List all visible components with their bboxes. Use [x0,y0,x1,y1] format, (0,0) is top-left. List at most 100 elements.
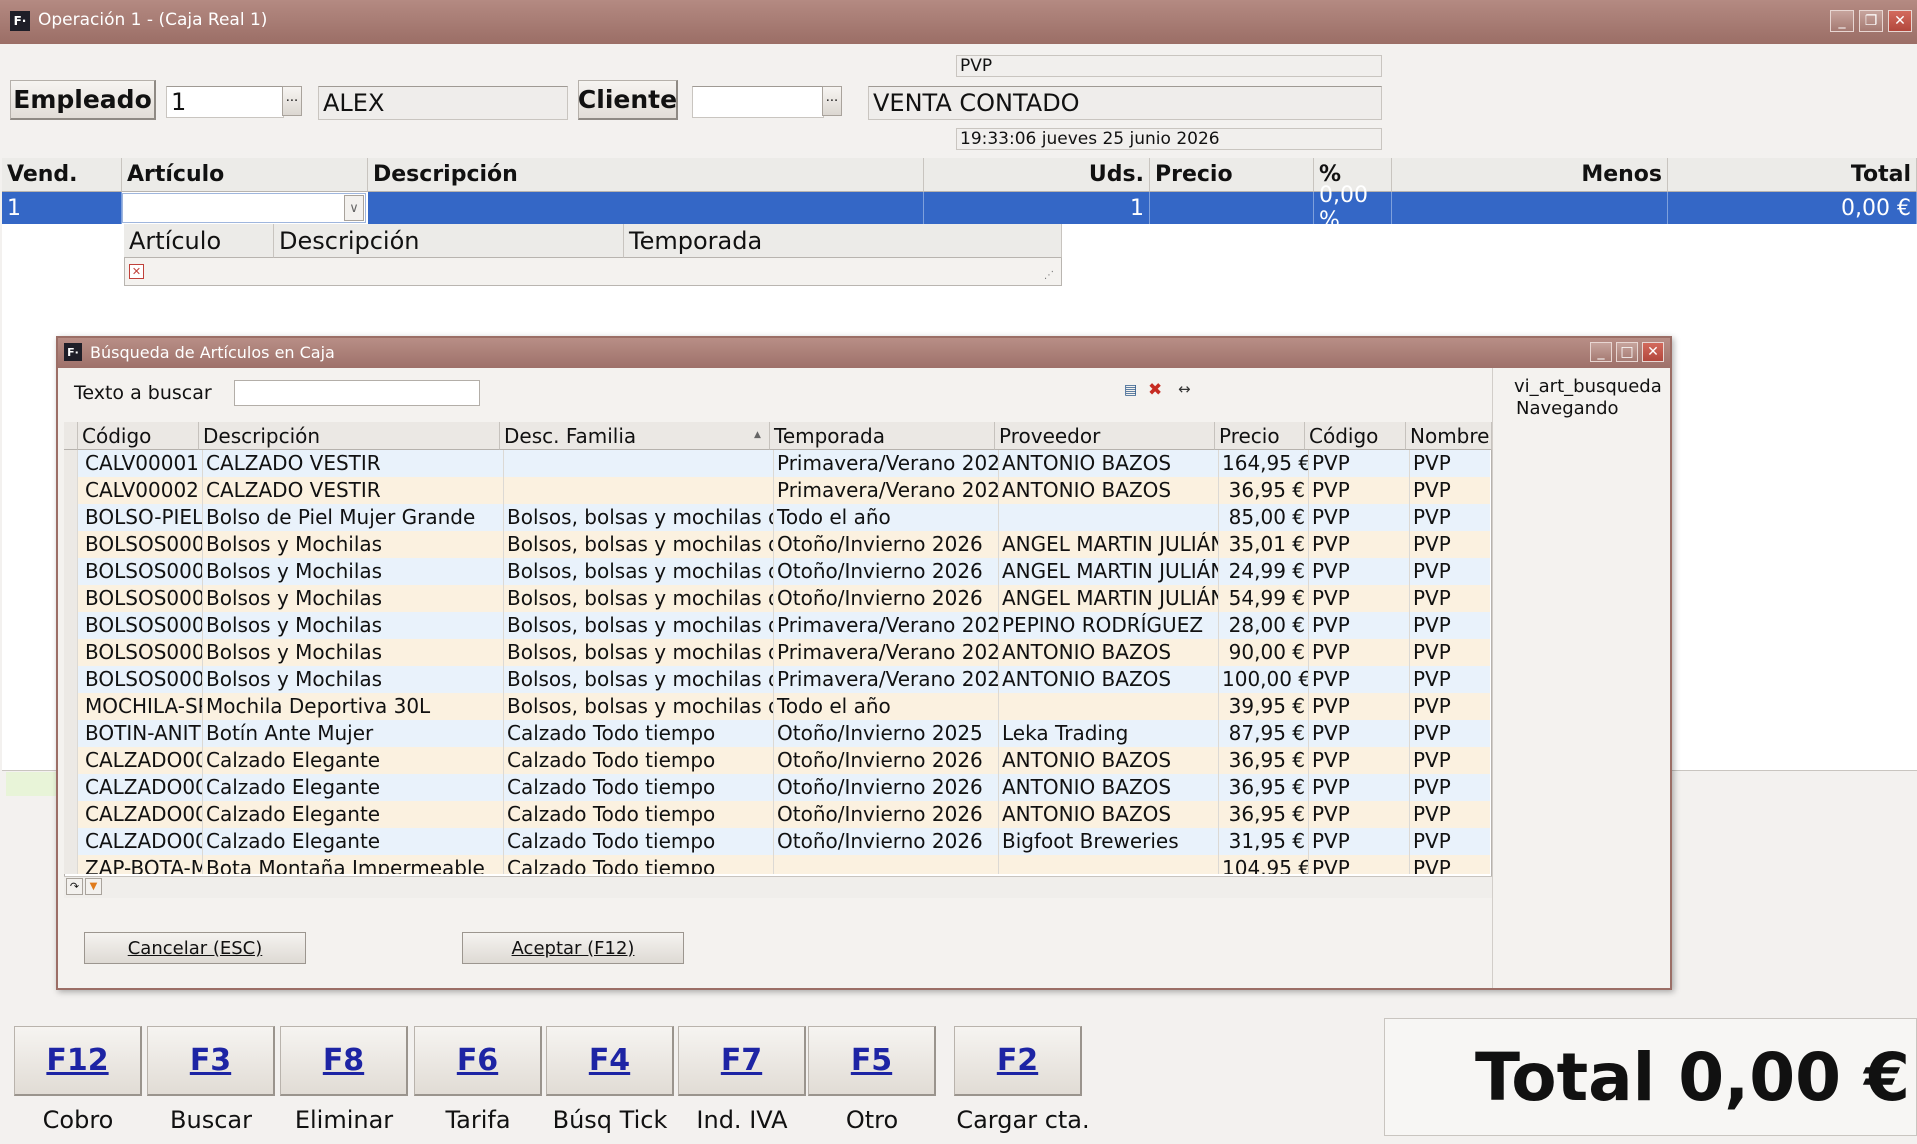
col-desc-familia[interactable]: Desc. Familia ▲ [500,422,770,450]
table-row[interactable]: BOLSOS0001Bolsos y MochilasBolsos, bolsa… [64,666,1490,693]
cell-desc-familia: Calzado Todo tiempo [504,801,774,828]
table-row[interactable]: BOLSOS000(Bolsos y Mochilas Bolsos, bolsa… [64,558,1490,585]
employee-lookup-button[interactable]: ··· [282,86,302,116]
maximize-icon[interactable]: □ [1616,342,1638,362]
filter-icon[interactable]: ▼ [85,878,102,895]
line-uds-cell[interactable]: 1 [924,192,1150,224]
cell-precio: 164,95 € [1219,450,1309,477]
export-icon[interactable]: ▤ [1124,382,1142,400]
row-selector[interactable] [64,531,78,558]
table-row[interactable]: CALV00002 CALZADO VESTIR Primavera/Verano … [64,477,1490,504]
line-menos-cell[interactable] [1392,192,1668,224]
client-lookup-button[interactable]: ··· [822,86,842,116]
table-row[interactable]: MOCHILA-SP Mochila Deportiva 30L Bolsos, b… [64,693,1490,720]
line-total-cell[interactable]: 0,00 € [1668,192,1917,224]
lookup-header-articulo[interactable]: Artículo [124,224,274,258]
row-selector[interactable] [64,693,78,720]
app-logo-icon: F· [64,343,82,361]
accept-button[interactable]: Aceptar (F12) [462,932,684,964]
lookup-header-descripcion[interactable]: Descripción [274,224,624,258]
table-row[interactable]: BOLSOS0001Bolsos y MochilasBolsos, bolsa… [64,612,1490,639]
minimize-icon[interactable]: _ [1590,342,1612,362]
table-row[interactable]: BOTIN-ANIT Botín Ante Mujer Calzado Todo t… [64,720,1490,747]
cell-proveedor: ANGEL MARTIN JULIÁN [999,531,1219,558]
dropdown-arrow-icon[interactable]: ∨ [344,195,364,221]
search-input[interactable] [234,380,480,406]
col-header-vend[interactable]: Vend. [2,158,122,192]
col-descripcion[interactable]: Descripción [199,422,500,450]
table-row[interactable]: CALZADO00(Calzado Elegante Calzado Todo t… [64,774,1490,801]
row-selector[interactable] [64,558,78,585]
row-selector[interactable] [64,612,78,639]
cancel-button[interactable]: Cancelar (ESC) [84,932,306,964]
cell-descripcion: Botín Ante Mujer [203,720,504,747]
table-row[interactable]: ZAP-BOTA-M Bota Montaña Impermeable Calzad… [64,855,1490,874]
col-precio[interactable]: Precio [1215,422,1305,450]
row-selector[interactable] [64,855,78,874]
row-selector[interactable] [64,450,78,477]
line-articulo-input[interactable] [122,193,366,223]
col-codigo[interactable]: Código [78,422,199,450]
row-selector[interactable] [64,828,78,855]
clear-filter-icon[interactable]: ✖ [1148,380,1166,400]
table-row[interactable]: CALV00001 CALZADO VESTIR Primavera/Verano … [64,450,1490,477]
fkey-f3-button[interactable]: F3 [147,1026,275,1096]
col-header-descripcion[interactable]: Descripción [368,158,924,192]
cancel-button-label: Cancelar (ESC) [127,937,263,959]
line-precio-cell[interactable] [1150,192,1314,224]
restore-icon[interactable]: ❐ [1859,10,1883,32]
fkey-f4-button[interactable]: F4 [546,1026,674,1096]
row-selector[interactable] [64,774,78,801]
client-code-input[interactable] [692,86,824,118]
col-nombre-tarifa[interactable]: Nombre [1406,422,1492,450]
col-header-total[interactable]: Total [1668,158,1917,192]
row-selector[interactable] [64,747,78,774]
dialog-titlebar[interactable]: F· Búsqueda de Artículos en Caja _ □ ✕ [58,338,1670,368]
employee-code-input[interactable]: 1 [166,86,284,118]
fkey-f2-button[interactable]: F2 [954,1026,1082,1096]
row-selector[interactable] [64,720,78,747]
table-row[interactable]: BOLSOS000(Bolsos y Mochilas Bolsos, bolsa… [64,531,1490,558]
window-titlebar[interactable]: F· Operación 1 - (Caja Real 1) _ ❐ ✕ [0,0,1917,44]
table-row[interactable]: BOLSO-PIEL Bolso de Piel Mujer Grande Bols… [64,504,1490,531]
col-proveedor[interactable]: Proveedor [995,422,1215,450]
row-selector[interactable] [64,666,78,693]
row-selector[interactable] [64,504,78,531]
minimize-icon[interactable]: _ [1830,10,1854,32]
close-icon[interactable]: ✕ [1642,342,1664,362]
cell-temporada: Otoño/Invierno 2025 [774,720,999,747]
fkey-f3-label: Buscar [170,1106,252,1134]
fkey-f12-button[interactable]: F12 [14,1026,142,1096]
row-selector[interactable] [64,801,78,828]
col-temporada[interactable]: Temporada [770,422,995,450]
fkey-f8-button[interactable]: F8 [280,1026,408,1096]
lookup-header-temporada[interactable]: Temporada [624,224,1062,258]
resize-columns-icon[interactable]: ↔ [1178,380,1198,398]
table-row[interactable]: CALZADO00(Calzado Elegante Calzado Todo t… [64,747,1490,774]
table-row[interactable]: BOLSOS000(Bolsos y Mochilas Bolsos, bolsa… [64,585,1490,612]
cell-precio: 28,00 € [1219,612,1309,639]
row-selector[interactable] [64,477,78,504]
fkey-f5-button[interactable]: F5 [808,1026,936,1096]
fkey-f7-button[interactable]: F7 [678,1026,806,1096]
line-descripcion-cell[interactable] [368,192,924,224]
line-vend-cell[interactable]: 1 [2,192,122,224]
refresh-icon[interactable]: ↷ [66,878,83,895]
lookup-close-icon[interactable]: ✕ [129,264,144,279]
row-selector[interactable] [64,585,78,612]
col-header-uds[interactable]: Uds. [924,158,1150,192]
fkey-f6-button[interactable]: F6 [414,1026,542,1096]
col-codigo-tarifa[interactable]: Código [1305,422,1406,450]
col-header-precio[interactable]: Precio [1150,158,1314,192]
employee-button[interactable]: Empleado [10,80,156,120]
col-header-articulo[interactable]: Artículo [122,158,368,192]
table-row[interactable]: BOLSOS0001Bolsos y MochilasBolsos, bolsa… [64,639,1490,666]
col-header-menos[interactable]: Menos [1392,158,1668,192]
line-pct-cell[interactable]: 0,00 % [1314,183,1392,233]
resize-grip-icon[interactable]: ⋰ [1044,270,1058,282]
table-row[interactable]: CALZADO00(Calzado Elegante Calzado Todo t… [64,801,1490,828]
client-button[interactable]: Cliente [578,80,678,120]
close-icon[interactable]: ✕ [1888,10,1912,32]
table-row[interactable]: CALZADO00(Calzado Elegante Calzado Todo t… [64,828,1490,855]
row-selector[interactable] [64,639,78,666]
